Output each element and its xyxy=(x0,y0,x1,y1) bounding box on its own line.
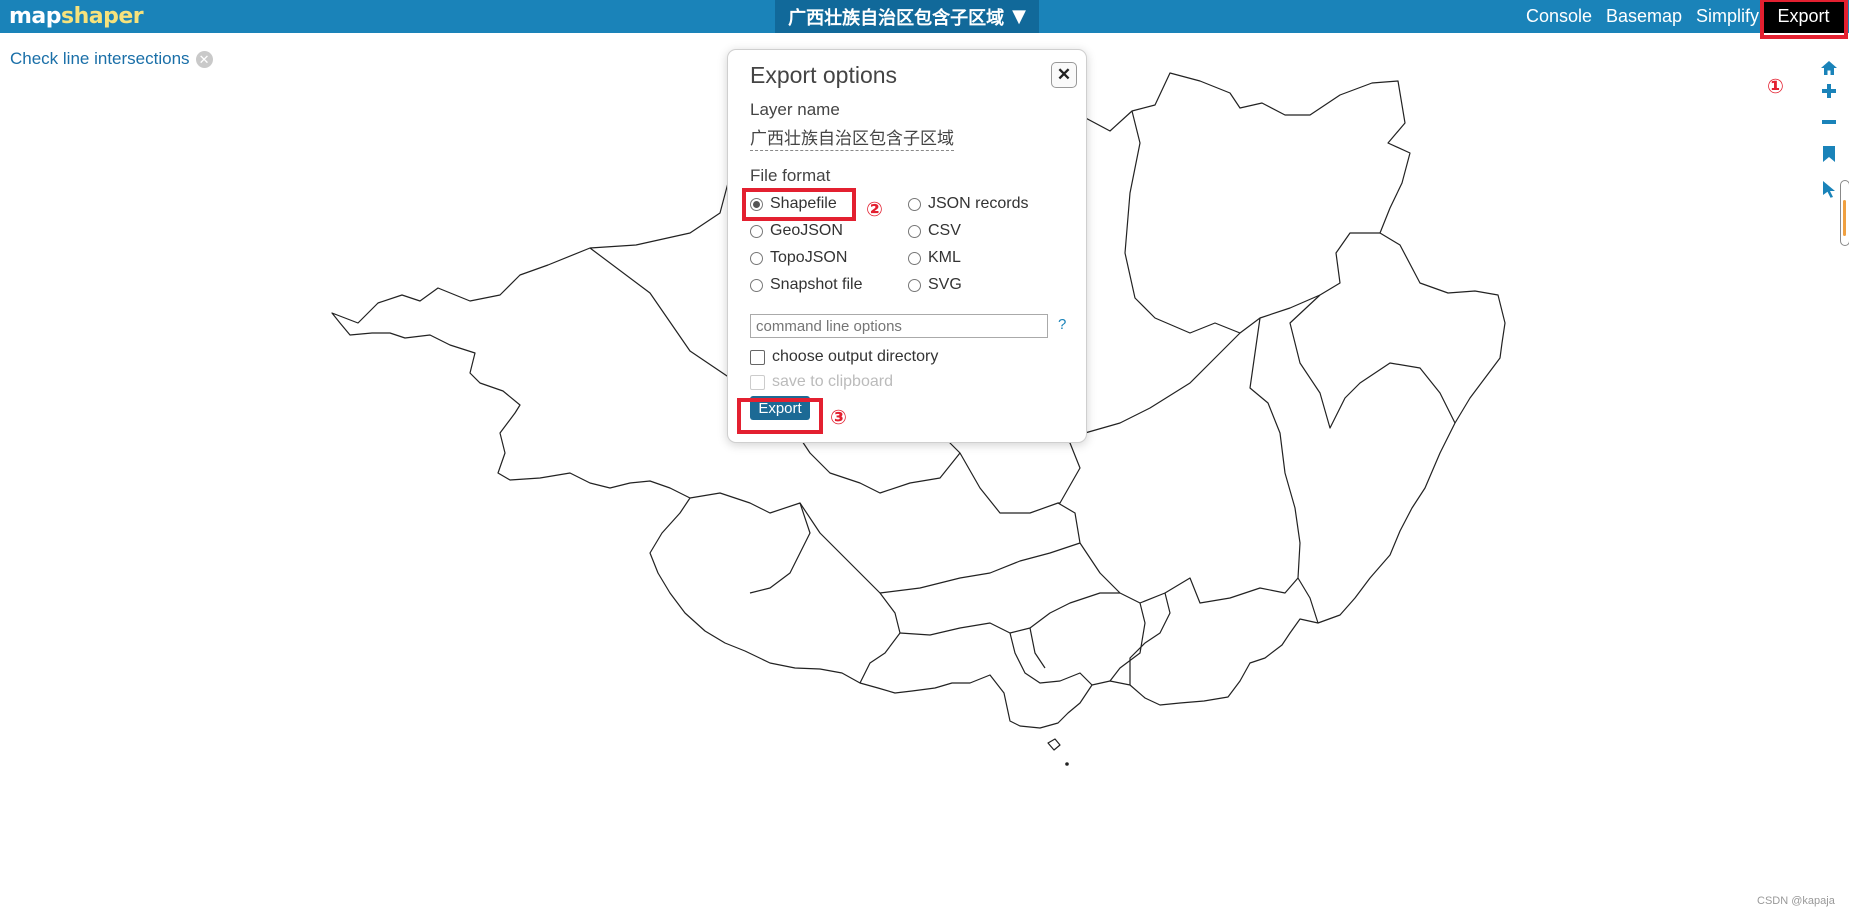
save-to-clipboard-option: save to clipboard xyxy=(750,373,893,391)
help-link[interactable]: ? xyxy=(1058,316,1066,333)
boundary-line xyxy=(689,492,901,684)
logo-text-map: map xyxy=(9,4,62,29)
format-label: GeoJSON xyxy=(770,222,843,239)
boundary-line xyxy=(899,592,1120,636)
format-option-svg[interactable]: SVG xyxy=(908,276,962,294)
boundary-line xyxy=(1249,317,1319,624)
simplify-button[interactable]: Simplify xyxy=(1696,6,1759,27)
file-format-label: File format xyxy=(750,166,831,185)
console-button[interactable]: Console xyxy=(1526,6,1592,27)
boundary-line xyxy=(1289,294,1456,429)
format-label: Snapshot file xyxy=(770,276,863,293)
radio-svg[interactable] xyxy=(908,278,921,292)
radio-topojson[interactable] xyxy=(750,251,763,265)
island-dot xyxy=(1065,762,1069,766)
boundary-line xyxy=(1109,602,1146,682)
format-option-csv[interactable]: CSV xyxy=(908,222,961,240)
app-logo[interactable]: mapshaper xyxy=(9,4,144,29)
format-label: JSON records xyxy=(928,195,1029,212)
layer-title: 广西壮族自治区包含子区域 xyxy=(788,7,1005,29)
format-option-topojson[interactable]: TopoJSON xyxy=(750,249,847,267)
close-icon[interactable]: ✕ xyxy=(1051,62,1077,88)
layer-name-field[interactable]: 广西壮族自治区包含子区域 xyxy=(750,124,954,151)
dialog-title: Export options xyxy=(750,62,898,88)
chevron-down-icon: ▼ xyxy=(1012,6,1026,27)
format-label: CSV xyxy=(928,222,961,239)
boundary-line xyxy=(749,502,811,594)
layer-name-label: Layer name xyxy=(750,100,840,119)
annotation-marker-2: ② xyxy=(866,197,883,221)
export-dialog: Export options ✕ Layer name 广西壮族自治区包含子区域… xyxy=(727,49,1087,443)
format-label: SVG xyxy=(928,276,962,293)
scrollbar-thumb[interactable] xyxy=(1843,200,1846,236)
island-outline xyxy=(1047,738,1061,751)
radio-snapshot[interactable] xyxy=(750,278,763,292)
bookmark-icon[interactable] xyxy=(1818,143,1840,165)
zoom-out-icon[interactable] xyxy=(1818,111,1840,133)
radio-kml[interactable] xyxy=(908,251,921,265)
radio-geojson[interactable] xyxy=(750,224,763,238)
boundary-line xyxy=(879,542,1081,594)
zoom-in-icon[interactable] xyxy=(1818,80,1840,102)
home-icon[interactable] xyxy=(1818,57,1840,79)
choose-output-directory-checkbox[interactable] xyxy=(750,349,765,365)
boundary-line xyxy=(1124,110,1241,334)
format-option-geojson[interactable]: GeoJSON xyxy=(750,222,843,240)
choose-output-directory-option[interactable]: choose output directory xyxy=(750,348,938,366)
save-to-clipboard-label: save to clipboard xyxy=(772,373,893,390)
boundary-line xyxy=(1319,232,1380,296)
basemap-button[interactable]: Basemap xyxy=(1606,6,1682,27)
pointer-icon[interactable] xyxy=(1818,178,1840,200)
format-option-json-records[interactable]: JSON records xyxy=(908,195,1028,213)
annotation-box-export-go xyxy=(737,398,823,434)
save-to-clipboard-checkbox xyxy=(750,374,765,390)
boundary-line xyxy=(1009,632,1093,686)
format-option-snapshot[interactable]: Snapshot file xyxy=(750,276,863,294)
layer-menu-button[interactable]: 广西壮族自治区包含子区域 ▼ xyxy=(775,0,1039,33)
command-line-options-input[interactable] xyxy=(750,314,1048,338)
format-option-kml[interactable]: KML xyxy=(908,249,961,267)
radio-json-records[interactable] xyxy=(908,197,921,211)
radio-csv[interactable] xyxy=(908,224,921,238)
logo-text-shaper: shaper xyxy=(61,4,144,29)
watermark: CSDN @kapaja xyxy=(1757,895,1835,907)
annotation-box-shapefile xyxy=(742,188,856,221)
boundary-line xyxy=(1164,577,1299,604)
boundary-line xyxy=(1029,627,1046,669)
annotation-marker-3: ③ xyxy=(830,405,847,429)
format-label: KML xyxy=(928,249,961,266)
choose-output-directory-label: choose output directory xyxy=(772,348,939,365)
top-bar: mapshaper 广西壮族自治区包含子区域 ▼ Console Basemap… xyxy=(0,0,1849,33)
format-label: TopoJSON xyxy=(770,249,848,266)
